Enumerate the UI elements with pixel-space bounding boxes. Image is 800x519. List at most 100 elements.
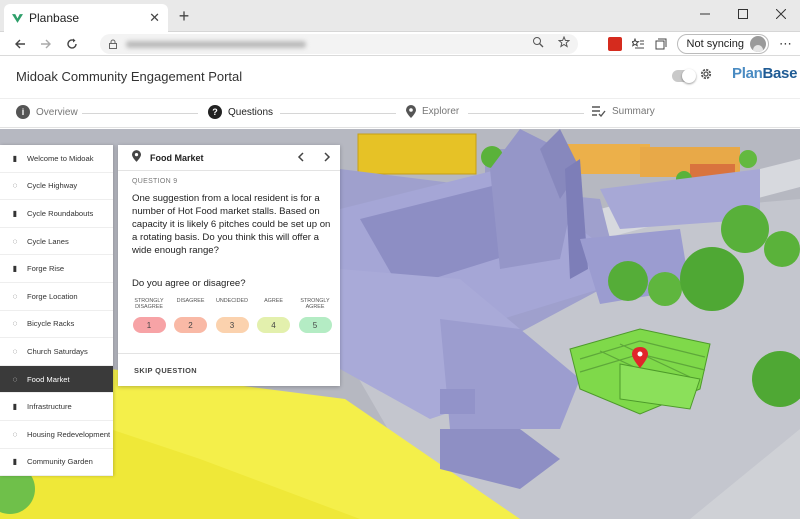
sidebar-item-cycle-highway[interactable]: ◌ Cycle Highway xyxy=(0,173,113,201)
rating-button-5[interactable]: 5 xyxy=(298,317,332,333)
sidebar-item-label: Cycle Highway xyxy=(27,181,78,191)
logo-plan-text: Plan xyxy=(732,65,763,82)
step-divider xyxy=(82,113,198,114)
sidebar-item-welcome[interactable]: ▮ Welcome to Midoak xyxy=(0,145,113,173)
address-bar-icons xyxy=(532,36,570,48)
step-summary[interactable]: Summary xyxy=(592,105,655,117)
new-tab-button[interactable]: + xyxy=(174,6,194,26)
info-icon: i xyxy=(16,105,30,119)
rating-button-4[interactable]: 4 xyxy=(257,317,290,333)
option-label: DISAGREE xyxy=(176,298,205,304)
step-divider xyxy=(468,113,584,114)
address-bar[interactable] xyxy=(100,34,578,54)
back-button[interactable] xyxy=(7,32,33,56)
avatar xyxy=(750,36,766,52)
extension-icon[interactable] xyxy=(607,37,622,51)
comment-icon: ◌ xyxy=(12,374,18,384)
blurred-url xyxy=(126,40,306,48)
option-disagree: DISAGREE 2 xyxy=(174,298,208,333)
toolbar-right: Not syncing ⋯ xyxy=(607,34,792,54)
sidebar-item-forge-rise[interactable]: ▮ Forge Rise xyxy=(0,255,113,283)
sidebar-item-label: Welcome to Midoak xyxy=(27,153,94,163)
skip-question-button[interactable]: SKIP QUESTION xyxy=(118,353,340,386)
window-controls xyxy=(686,0,800,32)
forward-button[interactable] xyxy=(33,32,59,56)
sidebar-item-label: Forge Rise xyxy=(27,264,65,274)
chevron-left-icon xyxy=(297,152,304,162)
maximize-button[interactable] xyxy=(724,0,762,28)
sidebar-item-forge-location[interactable]: ◌ Forge Location xyxy=(0,283,113,311)
sidebar-item-label: Housing Redevelopment xyxy=(27,429,111,439)
reload-icon xyxy=(67,38,77,49)
sidebar-item-community-garden[interactable]: ▮ Community Garden xyxy=(0,449,113,477)
sidebar-item-label: Church Saturdays xyxy=(27,346,88,356)
sidebar-item-infrastructure[interactable]: ▮ Infrastructure xyxy=(0,393,113,421)
sync-label: Not syncing xyxy=(686,38,744,50)
browser-tab[interactable]: Planbase ✕ xyxy=(4,4,168,32)
comment-icon: ◌ xyxy=(12,236,18,246)
step-explorer[interactable]: Explorer xyxy=(406,105,459,118)
zoom-icon[interactable] xyxy=(532,36,544,48)
comment-icon: ◌ xyxy=(12,291,18,301)
rating-button-2[interactable]: 2 xyxy=(174,317,207,333)
maximize-icon xyxy=(738,9,748,19)
close-icon xyxy=(776,9,786,19)
sidebar-item-label: Community Garden xyxy=(27,457,93,467)
option-label: STRONGLY DISAGREE xyxy=(134,298,164,310)
bookmark-icon: ▮ xyxy=(12,264,18,274)
question-text: One suggestion from a local resident is … xyxy=(132,193,331,256)
rating-button-3[interactable]: 3 xyxy=(215,317,249,333)
rating-button-1[interactable]: 1 xyxy=(132,317,166,333)
sidebar-item-label: Cycle Roundabouts xyxy=(27,208,94,218)
gear-icon[interactable] xyxy=(699,66,713,86)
favorite-star-icon[interactable] xyxy=(558,36,570,48)
browser-toolbar: Not syncing ⋯ xyxy=(0,32,800,56)
question-prompt: Do you agree or disagree? xyxy=(132,278,246,289)
reload-button[interactable] xyxy=(59,32,85,56)
sidebar-item-cycle-lanes[interactable]: ◌ Cycle Lanes xyxy=(0,228,113,256)
step-questions[interactable]: ? Questions xyxy=(208,105,273,119)
sidebar-item-bicycle-racks[interactable]: ◌ Bicycle Racks xyxy=(0,311,113,339)
planbase-logo: PlanBase xyxy=(732,65,797,83)
chevron-right-icon xyxy=(324,152,331,162)
close-window-button[interactable] xyxy=(762,0,800,28)
sidebar-item-housing-redevelopment[interactable]: ◌ Housing Redevelopment xyxy=(0,421,113,449)
option-label: UNDECIDED xyxy=(215,298,249,304)
profile-sync-button[interactable]: Not syncing xyxy=(676,34,769,54)
step-divider xyxy=(280,113,396,114)
comment-icon: ◌ xyxy=(12,181,18,191)
next-question-button[interactable] xyxy=(314,150,340,165)
question-number: QUESTION 9 xyxy=(132,178,178,185)
question-sidebar: ▮ Welcome to Midoak ◌ Cycle Highway ▮ Cycle… xyxy=(0,145,113,477)
minimize-button[interactable] xyxy=(686,0,724,28)
bookmark-icon: ▮ xyxy=(12,153,18,163)
collections-icon[interactable] xyxy=(655,38,667,50)
option-undecided: UNDECIDED 3 xyxy=(215,298,249,333)
sidebar-item-label: Cycle Lanes xyxy=(27,236,69,246)
sidebar-item-church-saturdays[interactable]: ◌ Church Saturdays xyxy=(0,338,113,366)
app-header: Midoak Community Engagement Portal PlanB… xyxy=(0,57,800,97)
map-pin-icon xyxy=(406,105,416,118)
tab-title: Planbase xyxy=(29,11,80,25)
option-strongly-agree: STRONGLY AGREE 5 xyxy=(298,298,332,333)
step-label: Overview xyxy=(36,106,78,118)
arrow-left-icon xyxy=(15,39,25,48)
comment-icon: ◌ xyxy=(12,319,18,329)
card-header: Food Market xyxy=(118,145,340,171)
previous-question-button[interactable] xyxy=(288,150,314,165)
map-pin-icon xyxy=(132,150,141,165)
sidebar-item-food-market[interactable]: ◌ Food Market xyxy=(0,365,113,394)
planbase-favicon-icon xyxy=(12,13,23,23)
favorites-list-icon[interactable] xyxy=(631,38,645,50)
sidebar-item-cycle-roundabouts[interactable]: ▮ Cycle Roundabouts xyxy=(0,200,113,228)
likert-scale: STRONGLY DISAGREE 1 DISAGREE 2 UNDECIDED… xyxy=(132,298,332,333)
step-label: Summary xyxy=(612,105,655,117)
more-menu-icon[interactable]: ⋯ xyxy=(779,36,792,52)
option-agree: AGREE 4 xyxy=(257,298,291,333)
step-overview[interactable]: i Overview xyxy=(16,105,78,119)
sidebar-item-label: Forge Location xyxy=(27,291,78,301)
tab-close-icon[interactable]: ✕ xyxy=(149,10,160,26)
option-label: AGREE xyxy=(264,298,283,304)
theme-toggle[interactable] xyxy=(672,69,696,83)
sidebar-item-label: Bicycle Racks xyxy=(27,319,75,329)
